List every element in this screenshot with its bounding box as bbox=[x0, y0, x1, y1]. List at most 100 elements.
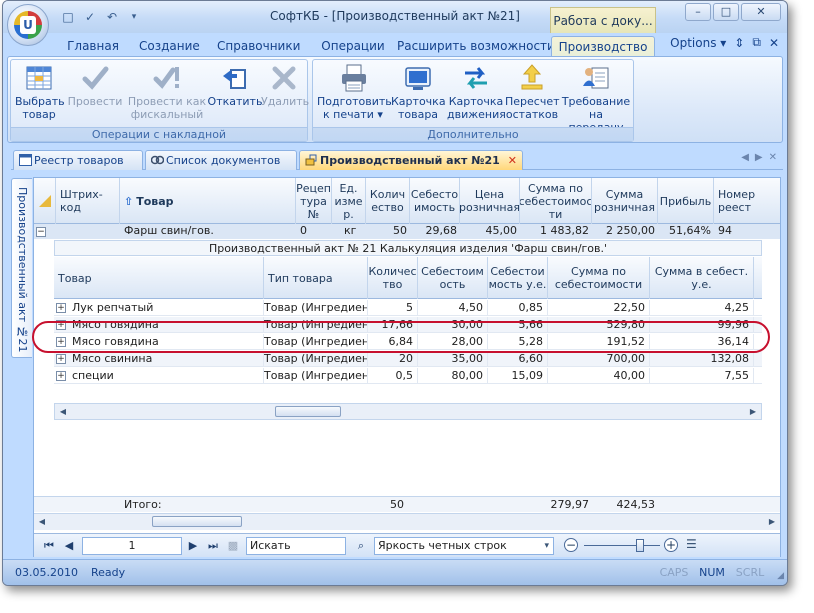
post-label: Провести bbox=[67, 95, 123, 108]
post-fiscal-button[interactable]: Провести как фискальный bbox=[125, 62, 209, 128]
delete-label: Удалить bbox=[261, 95, 310, 108]
column-header-qty[interactable]: Колич ество bbox=[366, 178, 410, 224]
post-button[interactable]: Провести bbox=[67, 62, 123, 128]
column-header-unit-line3: р. bbox=[343, 207, 354, 221]
grid-horizontal-scrollbar[interactable]: ◀ ▶ bbox=[34, 513, 780, 530]
scroll-left-icon[interactable]: ◀ bbox=[34, 514, 50, 529]
row-type: Товар (Ингредиент bbox=[264, 368, 368, 384]
zoom-in-icon[interactable]: + bbox=[664, 538, 678, 552]
detail-column-cost-ue[interactable]: Себестои мость у.е. bbox=[488, 257, 548, 299]
binoculars-icon[interactable]: ⌕ bbox=[352, 538, 370, 554]
row-expand-icon[interactable]: + bbox=[56, 337, 66, 347]
tab-operations[interactable]: Операции bbox=[321, 36, 385, 56]
options-menu[interactable]: Options ▾ bbox=[670, 36, 726, 50]
column-header-product[interactable]: ⇧ Товар bbox=[120, 178, 296, 224]
table-row[interactable]: + Мясо свинина Товар (Ингредиент 20 35,0… bbox=[54, 351, 762, 367]
detail-horizontal-scrollbar[interactable]: ◀ ▶ bbox=[54, 403, 762, 420]
row-expand-icon[interactable]: + bbox=[56, 371, 66, 381]
detail-column-type[interactable]: Тип товара bbox=[264, 257, 368, 299]
zoom-slider[interactable]: − + ☰ bbox=[564, 537, 704, 555]
master-sum-retail: 2 250,00 bbox=[606, 224, 655, 237]
mdi-restore-icon[interactable]: ⧉ bbox=[752, 35, 761, 50]
rollback-button[interactable]: Откатить bbox=[207, 62, 263, 128]
mdi-close-icon[interactable]: ✕ bbox=[769, 36, 779, 50]
prepare-print-button[interactable]: Подготовить к печати ▾ bbox=[317, 62, 392, 128]
tab-create[interactable]: Создание bbox=[139, 36, 200, 56]
prev-record-icon[interactable]: ◀ bbox=[62, 538, 76, 554]
column-header-sum-cost[interactable]: Сумма по себестоимос ти bbox=[520, 178, 592, 224]
row-expand-icon[interactable]: + bbox=[56, 303, 66, 313]
tab-home[interactable]: Главная bbox=[67, 36, 119, 56]
column-header-unit-line2: изме bbox=[334, 194, 363, 208]
column-header-unit[interactable]: Ед. изме р. bbox=[332, 178, 366, 224]
tab-product-registry[interactable]: Реестр товаров bbox=[13, 150, 143, 170]
tab-production[interactable]: Производство bbox=[551, 36, 655, 56]
master-collapse-icon[interactable]: − bbox=[36, 224, 50, 239]
scroll-right-icon[interactable]: ▶ bbox=[745, 404, 761, 419]
next-record-icon[interactable]: ▶ bbox=[186, 538, 200, 554]
table-row[interactable]: + Лук репчатый Товар (Ингредиент 5 4,50 … bbox=[54, 300, 762, 316]
table-row[interactable]: + специи Товар (Ингредиент 0,5 80,00 15,… bbox=[54, 368, 762, 384]
recalc-stock-button[interactable]: Пересчет остатков bbox=[505, 62, 560, 128]
tab-scroll-left-icon[interactable]: ◀ bbox=[741, 152, 749, 163]
row-highlight-select[interactable]: Яркость четных строк ▾ bbox=[374, 537, 554, 555]
num-indicator: NUM bbox=[699, 566, 725, 579]
product-card-button[interactable]: Карточка товара bbox=[391, 62, 446, 128]
tab-scroll-right-icon[interactable]: ▶ bbox=[755, 152, 763, 163]
record-navigator: ⏮ ◀ 1 ▶ ⏭ ▩ Искать ⌕ Яркость четных стро… bbox=[34, 533, 780, 557]
tab-references[interactable]: Справочники bbox=[217, 36, 300, 56]
detail-column-cost[interactable]: Себестоим ость bbox=[418, 257, 488, 299]
minimize-button[interactable]: – bbox=[685, 3, 711, 21]
clear-filter-icon[interactable]: ▩ bbox=[226, 538, 240, 554]
close-button[interactable]: ✕ bbox=[741, 3, 781, 21]
app-logo[interactable]: U bbox=[7, 4, 49, 46]
scroll-right-icon[interactable]: ▶ bbox=[764, 514, 780, 529]
zoom-out-icon[interactable]: − bbox=[564, 538, 578, 552]
tab-documents-list[interactable]: Список документов bbox=[145, 150, 297, 170]
column-header-recipe[interactable]: Рецеп тура № bbox=[296, 178, 332, 224]
column-header-profit[interactable]: Прибыль bbox=[658, 178, 714, 224]
detail-column-sum-cost[interactable]: Сумма по себестоимости bbox=[548, 257, 650, 299]
page-number-input[interactable]: 1 bbox=[82, 537, 182, 555]
column-header-registry[interactable]: Номер реест bbox=[714, 178, 782, 224]
ribbon-collapse-icon[interactable]: ⇕ bbox=[734, 36, 744, 50]
scroll-thumb[interactable] bbox=[152, 516, 242, 527]
tab-close-all-icon[interactable]: ✕ bbox=[769, 152, 777, 163]
delete-button[interactable]: Удалить bbox=[261, 62, 310, 128]
column-header-cost[interactable]: Себесто имость bbox=[410, 178, 460, 224]
table-row[interactable]: + Мясо говядина Товар (Ингредиент 17,66 … bbox=[54, 317, 762, 333]
master-row[interactable]: − Фарш свин/гов. 0 кг 50 29,68 45,00 1 4… bbox=[34, 224, 780, 239]
tab-extend[interactable]: Расширить возможности... bbox=[397, 36, 566, 56]
search-input[interactable]: Искать bbox=[246, 537, 346, 555]
scroll-left-icon[interactable]: ◀ bbox=[55, 404, 71, 419]
table-select-icon bbox=[26, 66, 52, 90]
recalc-stock-label-1: Пересчет bbox=[505, 95, 560, 108]
detail-column-sum-cost-ue[interactable]: Сумма в себест. у.е. bbox=[650, 257, 754, 299]
column-header-barcode[interactable]: Штрих-код bbox=[56, 178, 120, 224]
tab-close-icon[interactable]: ✕ bbox=[508, 151, 517, 170]
last-record-icon[interactable]: ⏭ bbox=[206, 538, 220, 554]
scroll-thumb[interactable] bbox=[275, 406, 341, 417]
row-expand-icon[interactable]: + bbox=[56, 354, 66, 364]
column-header-price[interactable]: Цена розничная bbox=[460, 178, 520, 224]
first-record-icon[interactable]: ⏮ bbox=[42, 538, 56, 554]
row-expand-icon[interactable]: + bbox=[56, 320, 66, 330]
transfer-request-button[interactable]: Требование на передачу bbox=[561, 62, 631, 134]
resize-grip-icon[interactable]: ◢ bbox=[777, 571, 784, 581]
movement-card-button[interactable]: Карточка движения bbox=[447, 62, 506, 128]
tab-production-act[interactable]: Производственный акт №21 ✕ bbox=[299, 150, 523, 170]
column-header-sum-cost-line2: себестоимос bbox=[520, 194, 592, 208]
side-tab[interactable]: Производственный акт №21 bbox=[11, 178, 32, 358]
detail-column-product[interactable]: Товар bbox=[54, 257, 264, 299]
zoom-thumb[interactable] bbox=[636, 539, 644, 552]
tab-documents-list-label: Список документов bbox=[166, 154, 281, 167]
column-chooser-icon[interactable]: ☰ bbox=[686, 537, 697, 551]
detail-column-qty[interactable]: Количес тво bbox=[368, 257, 418, 299]
maximize-button[interactable]: □ bbox=[713, 3, 739, 21]
select-product-button[interactable]: Выбрать товар bbox=[15, 62, 65, 128]
row-product: Мясо свинина bbox=[72, 351, 264, 367]
column-header-sum-retail[interactable]: Сумма розничная bbox=[592, 178, 658, 224]
detail-column-sum-cost-line1: Сумма по bbox=[571, 265, 626, 278]
grid-corner-indicator[interactable] bbox=[34, 178, 56, 224]
table-row[interactable]: + Мясо говядина Товар (Ингредиент 6,84 2… bbox=[54, 334, 762, 350]
